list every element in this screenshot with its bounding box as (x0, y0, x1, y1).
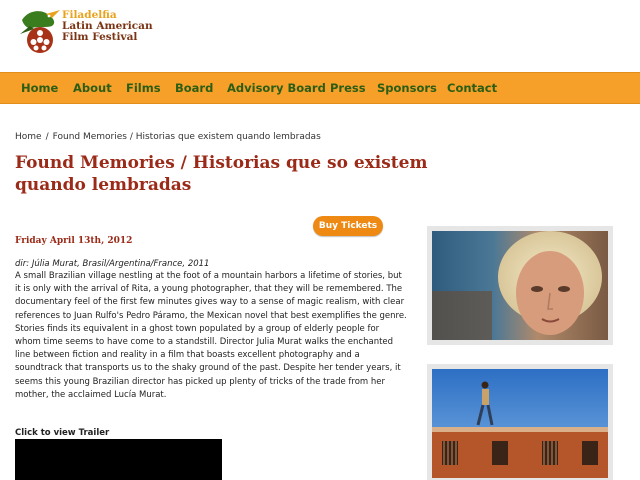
nav-sponsors[interactable]: Sponsors (377, 81, 437, 95)
nav-advisory-board[interactable]: Advisory Board (227, 81, 326, 95)
nav-press[interactable]: Press (330, 81, 366, 95)
page-title: Found Memories / Historias que so existe… (15, 153, 428, 195)
train-image (432, 369, 608, 478)
main-nav: Home About Films Board Advisory Board Pr… (0, 72, 640, 104)
nav-about[interactable]: About (73, 81, 112, 95)
director-credit: dir: Júlia Murat, Brasil/Argentina/Franc… (15, 259, 210, 269)
portrait-image (432, 231, 608, 340)
buy-tickets-button[interactable]: Buy Tickets (313, 216, 383, 236)
logo-line-3: Film Festival (62, 31, 138, 43)
screening-date: Friday April 13th, 2012 (15, 236, 133, 246)
site-header: Filadelfia Latin American Film Festival (0, 0, 640, 72)
nav-home[interactable]: Home (21, 81, 58, 95)
nav-films[interactable]: Films (126, 81, 161, 95)
film-still-portrait (427, 226, 613, 345)
breadcrumb-separator: / (45, 132, 49, 142)
logo-text: Filadelfia Latin American Film Festival (62, 10, 153, 43)
breadcrumb-current: Found Memories / Historias que existem q… (52, 132, 321, 142)
film-still-train (427, 364, 613, 480)
nav-board[interactable]: Board (175, 81, 213, 95)
film-description: A small Brazilian village nestling at th… (15, 271, 407, 400)
breadcrumb-home[interactable]: Home (15, 132, 42, 142)
trailer-label: Click to view Trailer (15, 428, 110, 438)
nav-contact[interactable]: Contact (447, 81, 497, 95)
breadcrumb: Home / Found Memories / Historias que exis… (15, 132, 321, 142)
trailer-video[interactable] (15, 439, 222, 480)
site-logo[interactable]: Filadelfia Latin American Film Festival (16, 4, 156, 64)
bird-reel-logo-icon (20, 10, 60, 53)
